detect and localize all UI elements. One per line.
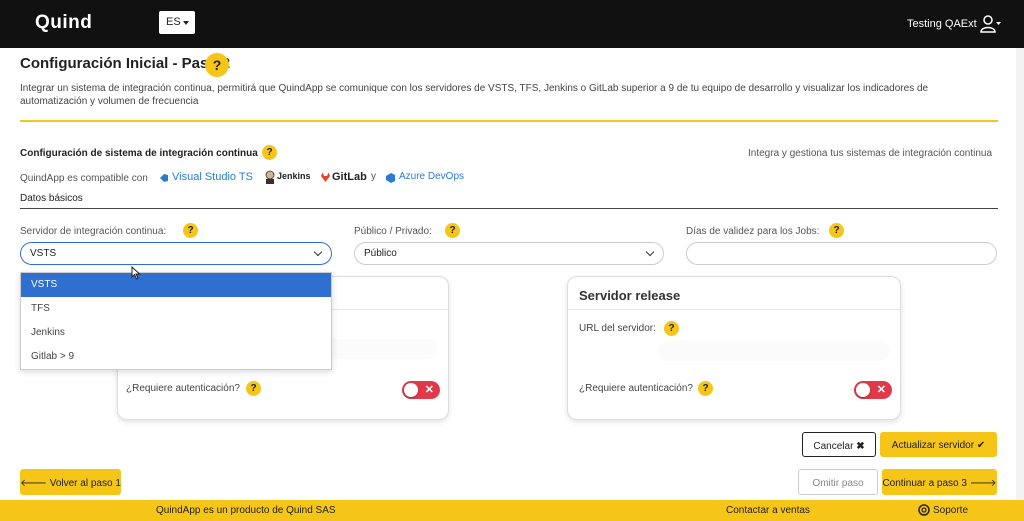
language-label: ES: [166, 16, 181, 28]
public-private-select[interactable]: Público: [354, 242, 664, 265]
help-icon[interactable]: ?: [183, 223, 198, 238]
auth-toggle[interactable]: ✕: [854, 381, 892, 399]
mouse-cursor-icon: [131, 266, 141, 280]
help-icon[interactable]: ?: [205, 53, 229, 77]
quind-logo[interactable]: Quind: [35, 12, 92, 34]
auth-label: ¿Requiere autenticación?: [126, 383, 240, 394]
public-private-value: Público: [364, 248, 397, 259]
brand-visual-studio: Visual Studio TS: [172, 171, 253, 183]
brand-jenkins: Jenkins: [277, 171, 311, 181]
dropdown-option-jenkins[interactable]: Jenkins: [21, 321, 331, 345]
support-link[interactable]: Soporte: [933, 505, 968, 516]
check-icon: ✔: [976, 440, 986, 451]
azure-devops-logo-icon: [386, 173, 395, 183]
close-icon: ✕: [876, 384, 886, 396]
ci-section-title: Configuración de sistema de integración …: [20, 148, 258, 159]
visual-studio-logo-icon: [160, 174, 168, 182]
close-icon: ✖: [856, 441, 865, 452]
release-card-title: Servidor release: [579, 288, 681, 303]
help-icon[interactable]: ?: [445, 223, 460, 238]
build-url-input[interactable]: [318, 339, 438, 359]
footer-product-text: QuindApp es un producto de Quind SAS: [156, 505, 336, 516]
arrow-right-icon: 🡒: [969, 478, 997, 489]
brand-azure-devops: Azure DevOps: [399, 171, 465, 182]
close-icon: ✕: [424, 384, 434, 396]
brand-gitlab: GitLab: [332, 171, 367, 183]
user-icon[interactable]: [980, 14, 1002, 34]
help-icon[interactable]: ?: [246, 381, 261, 396]
help-icon[interactable]: ?: [698, 381, 713, 396]
language-select[interactable]: ES: [159, 11, 195, 34]
arrow-left-icon: 🡐: [20, 478, 47, 489]
next-label: Continuar a paso 3: [882, 478, 967, 489]
back-step-button[interactable]: 🡐 Volver al paso 1: [20, 469, 121, 495]
update-label: Actualizar servidor: [891, 440, 975, 451]
next-step-button[interactable]: Continuar a paso 3 🡒: [882, 469, 997, 495]
compatible-text: QuindApp es compatible con: [20, 173, 148, 184]
chevron-down-icon: [645, 247, 655, 257]
release-server-card: Servidor release URL del servidor: ? ¿Re…: [567, 276, 901, 420]
page-title: Configuración Inicial - Paso 2: [20, 55, 231, 72]
help-icon[interactable]: ?: [262, 145, 277, 160]
jenkins-logo-icon: [265, 170, 275, 184]
toggle-knob: [404, 383, 418, 397]
caret-down-icon: [183, 21, 189, 25]
server-label: Servidor de integración continua:: [20, 226, 167, 237]
days-input[interactable]: [686, 242, 997, 265]
brand-separator: y: [371, 171, 376, 182]
url-label: URL del servidor:: [579, 323, 656, 334]
help-icon[interactable]: ?: [664, 321, 679, 336]
public-private-label: Público / Privado:: [354, 226, 432, 237]
skip-label: Omitir paso: [812, 478, 864, 489]
gitlab-logo-icon: [321, 172, 330, 182]
cancel-button[interactable]: Cancelar ✖: [802, 432, 876, 457]
release-url-input[interactable]: [658, 341, 890, 361]
auth-label: ¿Requiere autenticación?: [579, 383, 693, 394]
ci-section-subtitle: Integra y gestiona tus sistemas de integ…: [748, 148, 993, 159]
update-server-button[interactable]: Actualizar servidor ✔: [880, 432, 997, 457]
support-icon: [918, 504, 930, 516]
server-select[interactable]: VSTS: [20, 242, 332, 265]
back-label: Volver al paso 1: [49, 478, 121, 489]
help-icon[interactable]: ?: [829, 223, 844, 238]
toggle-knob: [856, 383, 870, 397]
card-divider: [568, 309, 900, 310]
divider: [20, 208, 998, 209]
dropdown-option-vsts[interactable]: VSTS: [21, 273, 331, 297]
server-select-value: VSTS: [30, 248, 57, 259]
dropdown-option-tfs[interactable]: TFS: [21, 297, 331, 321]
skip-step-button[interactable]: Omitir paso: [798, 469, 878, 495]
user-name[interactable]: Testing QAExt: [907, 18, 977, 30]
days-label: Días de validez para los Jobs:: [686, 226, 820, 237]
footer: QuindApp es un producto de Quind SAS Con…: [0, 500, 1024, 521]
contact-sales-link[interactable]: Contactar a ventas: [726, 505, 810, 516]
server-dropdown-menu: VSTS TFS Jenkins Gitlab > 9: [20, 272, 332, 370]
scrollbar[interactable]: [1016, 48, 1024, 500]
cancel-label: Cancelar: [813, 441, 854, 452]
chevron-down-icon: [313, 247, 323, 257]
top-bar: Quind ES Testing QAExt: [0, 0, 1024, 48]
page-intro: Integrar un sistema de integración conti…: [20, 83, 929, 107]
dropdown-option-gitlab[interactable]: Gitlab > 9: [21, 345, 331, 369]
datos-basicos-heading: Datos básicos: [20, 193, 83, 204]
auth-toggle[interactable]: ✕: [402, 381, 440, 399]
divider: [20, 120, 998, 122]
